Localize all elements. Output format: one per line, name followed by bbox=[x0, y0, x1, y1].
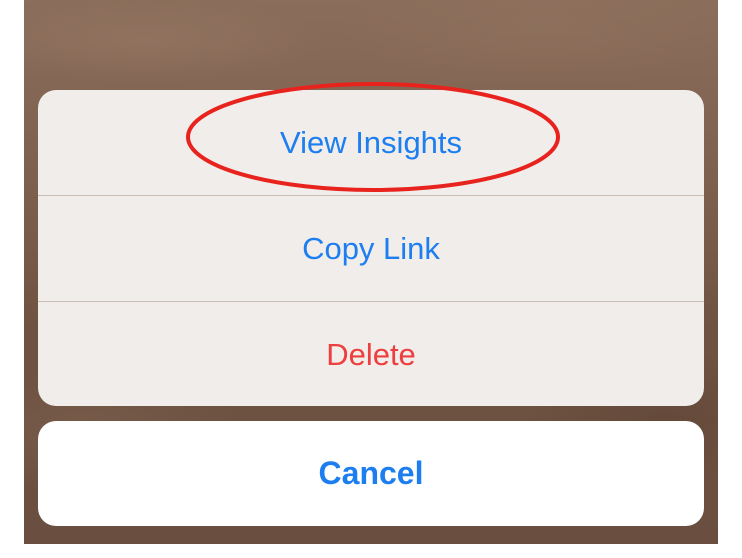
copy-link-label: Copy Link bbox=[302, 230, 440, 266]
delete-label: Delete bbox=[326, 336, 416, 372]
view-insights-label: View Insights bbox=[279, 124, 463, 160]
action-sheet: View Insights Copy Link Delete bbox=[38, 90, 704, 406]
copy-link-button[interactable]: Copy Link bbox=[38, 195, 704, 301]
cancel-label: Cancel bbox=[318, 455, 424, 491]
delete-button[interactable]: Delete bbox=[38, 301, 704, 406]
blurred-background: View Insights Copy Link Delete Cancel bbox=[24, 0, 718, 544]
cancel-button[interactable]: Cancel bbox=[38, 421, 704, 526]
view-insights-button[interactable]: View Insights bbox=[38, 90, 704, 195]
